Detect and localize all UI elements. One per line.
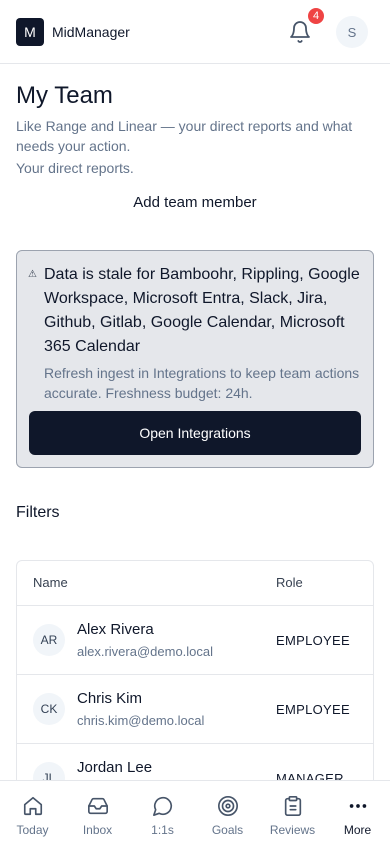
main-content: My Team Like Range and Linear — your dir… xyxy=(0,64,390,780)
nav-item-more[interactable]: More xyxy=(325,781,390,844)
alert-title: Data is stale for Bamboohr, Rippling, Go… xyxy=(44,266,360,355)
avatar: JL xyxy=(33,762,65,780)
user-avatar-button[interactable]: S xyxy=(336,16,368,48)
top-header: M MidManager 4 S xyxy=(0,0,390,64)
member-role: EMPLOYEE xyxy=(276,633,350,648)
app-name[interactable]: MidManager xyxy=(52,24,130,40)
bottom-nav: Today Inbox 1:1s Goals Reviews More xyxy=(0,780,390,844)
member-email: chris.kim@demo.local xyxy=(77,713,205,728)
table-header: Name Role xyxy=(17,561,373,606)
filters-toggle[interactable]: Filters xyxy=(16,504,60,522)
member-role: EMPLOYEE xyxy=(276,702,350,717)
nav-label-inbox: Inbox xyxy=(82,823,113,837)
add-team-member-button[interactable]: Add team member xyxy=(0,194,390,211)
member-email: alex.rivera@demo.local xyxy=(77,644,214,659)
nav-label-1-1s: 1:1s xyxy=(151,823,174,837)
nav-item-inbox[interactable]: Inbox xyxy=(65,781,130,844)
nav-label-more: More xyxy=(343,823,372,837)
home-icon xyxy=(23,796,42,816)
page-subtitle: Like Range and Linear — your direct repo… xyxy=(16,118,353,154)
column-header-role[interactable]: Role xyxy=(276,575,303,590)
table-row[interactable]: AR Alex Rivera alex.rivera@demo.local EM… xyxy=(17,606,373,675)
nav-label-reviews: Reviews xyxy=(269,823,316,837)
chat-bubble-icon xyxy=(152,796,172,816)
inbox-icon xyxy=(87,797,108,815)
warning-icon: ⚠ xyxy=(28,269,37,280)
table-row[interactable]: CK Chris Kim chris.kim@demo.local EMPLOY… xyxy=(17,675,373,744)
notifications-button[interactable]: 4 xyxy=(288,8,324,44)
avatar: CK xyxy=(33,693,65,725)
avatar: AR xyxy=(33,624,65,656)
nav-item-goals[interactable]: Goals xyxy=(195,781,260,844)
member-name[interactable]: Jordan Lee xyxy=(77,759,152,776)
more-dots-icon xyxy=(349,804,366,808)
clipboard-icon xyxy=(284,796,301,816)
alert-description: Refresh ingest in Integrations to keep t… xyxy=(44,365,360,401)
nav-item-reviews[interactable]: Reviews xyxy=(260,781,325,844)
stale-data-alert: ⚠ Data is stale for Bamboohr, Rippling, … xyxy=(16,250,374,468)
bell-icon xyxy=(290,21,310,43)
nav-label-today: Today xyxy=(16,823,49,837)
page-title: My Team xyxy=(16,82,113,109)
app-logo[interactable]: M xyxy=(16,17,44,46)
notification-count-badge: 4 xyxy=(308,8,324,24)
nav-item-1-1s[interactable]: 1:1s xyxy=(130,781,195,844)
member-role: MANAGER xyxy=(276,771,344,780)
nav-label-goals: Goals xyxy=(211,823,244,837)
team-table: Name Role AR Alex Rivera alex.rivera@dem… xyxy=(16,560,374,780)
nav-item-today[interactable]: Today xyxy=(0,781,65,844)
member-name[interactable]: Chris Kim xyxy=(77,690,142,707)
open-integrations-button[interactable]: Open Integrations xyxy=(29,411,361,455)
target-icon xyxy=(217,796,238,816)
page-caption: Your direct reports. xyxy=(16,160,134,176)
column-header-name[interactable]: Name xyxy=(33,575,68,590)
table-row[interactable]: JL Jordan Lee MANAGER xyxy=(17,744,373,780)
member-name[interactable]: Alex Rivera xyxy=(77,621,154,638)
